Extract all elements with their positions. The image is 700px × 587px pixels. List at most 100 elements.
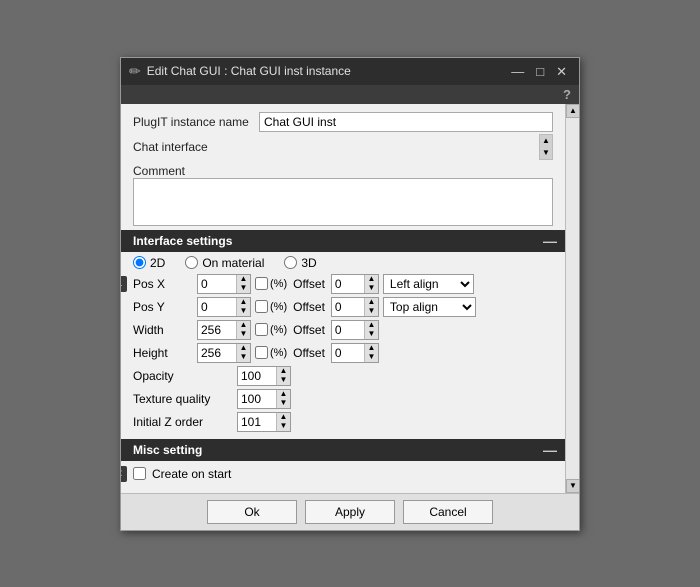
misc-settings-collapse[interactable]: — [543, 443, 557, 457]
texture-label: Texture quality [133, 392, 233, 406]
zorder-down[interactable]: ▼ [276, 422, 290, 431]
apply-button[interactable]: Apply [305, 500, 395, 524]
height-input[interactable] [198, 344, 236, 362]
opacity-row: Opacity ▲ ▼ [133, 366, 553, 386]
pos-x-pct: (%) [255, 277, 287, 290]
width-input[interactable] [198, 321, 236, 339]
create-on-start-checkbox[interactable] [133, 467, 146, 480]
width-offset-input[interactable] [332, 321, 364, 339]
pos-y-pct: (%) [255, 300, 287, 313]
pos-y-offset-input[interactable] [332, 298, 364, 316]
create-on-start-row: 2 Create on start [133, 467, 553, 481]
radio-on-material[interactable]: On material [185, 256, 264, 270]
plugit-row: PlugIT instance name [133, 112, 553, 132]
pos-x-offset-spinbox: ▲ ▼ [331, 274, 379, 294]
texture-spinbox: ▲ ▼ [237, 389, 291, 409]
plugit-input[interactable] [259, 112, 553, 132]
width-down[interactable]: ▼ [236, 330, 250, 339]
pos-y-pct-check[interactable] [255, 300, 268, 313]
opacity-label: Opacity [133, 369, 233, 383]
pos-y-row: Pos Y ▲ ▼ (%) Offset ▲ [133, 297, 553, 317]
texture-down[interactable]: ▼ [276, 399, 290, 408]
maximize-button[interactable]: □ [532, 65, 548, 78]
height-pct-check[interactable] [255, 346, 268, 359]
height-offset-down[interactable]: ▼ [364, 353, 378, 362]
misc-settings-header: Misc setting — [121, 439, 565, 461]
close-button[interactable]: ✕ [552, 65, 571, 78]
badge-1: 1 [121, 276, 127, 292]
pos-x-down[interactable]: ▼ [236, 284, 250, 293]
width-spinbox: ▲ ▼ [197, 320, 251, 340]
opacity-down[interactable]: ▼ [276, 376, 290, 385]
chat-interface-scroll-down[interactable]: ▼ [540, 147, 552, 159]
width-label: Width [133, 323, 193, 337]
pos-x-row: 1 Pos X ▲ ▼ (%) Offset ▲ [133, 274, 553, 294]
pos-y-offset-spinbox: ▲ ▼ [331, 297, 379, 317]
opacity-input[interactable] [238, 367, 276, 385]
height-pct: (%) [255, 346, 287, 359]
pos-y-spinbox: ▲ ▼ [197, 297, 251, 317]
y-align-select[interactable]: Top align Center align Bottom align [383, 297, 476, 317]
pos-x-input[interactable] [198, 275, 236, 293]
interface-settings-collapse[interactable]: — [543, 234, 557, 248]
minimize-button[interactable]: — [507, 65, 528, 78]
comment-textarea[interactable] [133, 178, 553, 226]
pos-y-down[interactable]: ▼ [236, 307, 250, 316]
offset-label-y: Offset [293, 300, 325, 314]
texture-row: Texture quality ▲ ▼ [133, 389, 553, 409]
title-bar: ✏ Edit Chat GUI : Chat GUI inst instance… [121, 58, 579, 85]
scroll-track [566, 118, 579, 479]
create-on-start-label: Create on start [152, 467, 231, 481]
radio-3d[interactable]: 3D [284, 256, 316, 270]
zorder-spinbox: ▲ ▼ [237, 412, 291, 432]
comment-label: Comment [133, 164, 553, 178]
badge-2: 2 [121, 466, 127, 482]
height-offset-input[interactable] [332, 344, 364, 362]
offset-label-x: Offset [293, 277, 325, 291]
radio-2d[interactable]: 2D [133, 256, 165, 270]
pos-y-input[interactable] [198, 298, 236, 316]
pos-y-label: Pos Y [133, 300, 193, 314]
height-down[interactable]: ▼ [236, 353, 250, 362]
radio-row: 2D On material 3D [133, 256, 553, 270]
main-content: PlugIT instance name Chat interface ▲ ▼ … [121, 104, 565, 493]
opacity-spinbox: ▲ ▼ [237, 366, 291, 386]
pos-x-label: Pos X [133, 277, 193, 291]
cancel-button[interactable]: Cancel [403, 500, 493, 524]
title-controls: — □ ✕ [507, 65, 571, 78]
plugit-label: PlugIT instance name [133, 115, 253, 129]
pos-x-spinbox: ▲ ▼ [197, 274, 251, 294]
zorder-row: Initial Z order ▲ ▼ [133, 412, 553, 432]
width-offset-down[interactable]: ▼ [364, 330, 378, 339]
interface-settings-header: Interface settings — [121, 230, 565, 252]
ok-button[interactable]: Ok [207, 500, 297, 524]
pos-x-offset-down[interactable]: ▼ [364, 284, 378, 293]
offset-label-h: Offset [293, 346, 325, 360]
pos-x-pct-check[interactable] [255, 277, 268, 290]
zorder-input[interactable] [238, 413, 276, 431]
scroll-up-button[interactable]: ▲ [566, 104, 579, 118]
x-align-select[interactable]: Left align Center align Right align [383, 274, 474, 294]
width-pct-check[interactable] [255, 323, 268, 336]
offset-label-w: Offset [293, 323, 325, 337]
height-spinbox: ▲ ▼ [197, 343, 251, 363]
main-scrollbar: ▲ ▼ [565, 104, 579, 493]
pos-y-offset-down[interactable]: ▼ [364, 307, 378, 316]
help-bar: ? [121, 85, 579, 104]
help-icon[interactable]: ? [563, 87, 571, 102]
width-row: Width ▲ ▼ (%) Offset ▲ [133, 320, 553, 340]
texture-input[interactable] [238, 390, 276, 408]
chat-interface-scroll-up[interactable]: ▲ [540, 135, 552, 147]
main-window: ✏ Edit Chat GUI : Chat GUI inst instance… [120, 57, 580, 531]
window-icon: ✏ [129, 63, 141, 80]
height-row: Height ▲ ▼ (%) Offset ▲ [133, 343, 553, 363]
chat-interface-label: Chat interface [133, 140, 253, 154]
width-offset-spinbox: ▲ ▼ [331, 320, 379, 340]
width-pct: (%) [255, 323, 287, 336]
scroll-down-button[interactable]: ▼ [566, 479, 579, 493]
pos-x-offset-input[interactable] [332, 275, 364, 293]
window-title: Edit Chat GUI : Chat GUI inst instance [147, 64, 351, 78]
zorder-label: Initial Z order [133, 415, 233, 429]
chat-interface-scrollbar: ▲ ▼ [539, 134, 553, 160]
content-wrapper: PlugIT instance name Chat interface ▲ ▼ … [121, 104, 579, 493]
